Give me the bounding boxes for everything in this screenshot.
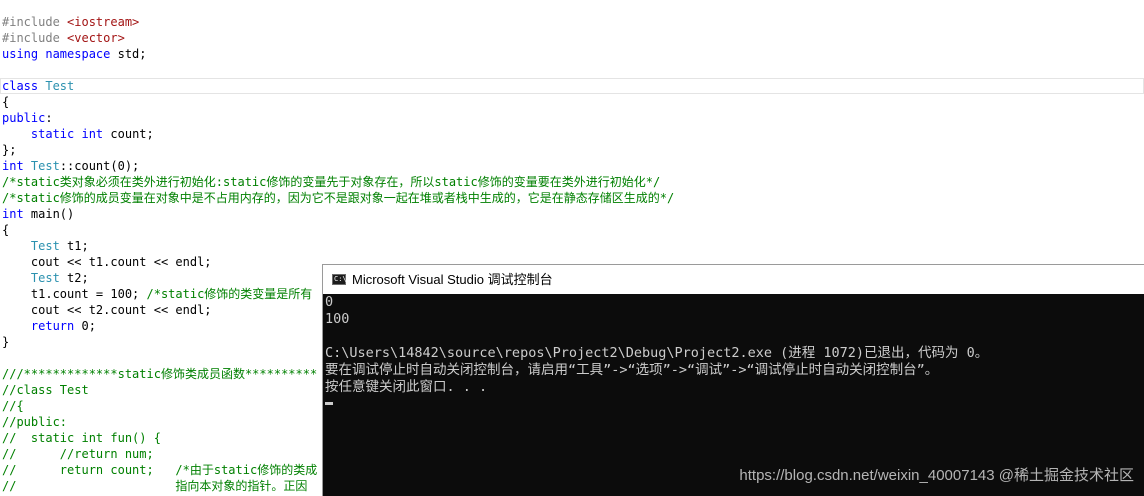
code-token: : — [45, 111, 53, 125]
code-token: { — [2, 223, 10, 237]
code-line[interactable]: static int count; — [2, 126, 154, 142]
debug-console-window[interactable]: C:\ Microsoft Visual Studio 调试控制台 0 100 C:… — [322, 264, 1144, 496]
code-line[interactable]: Test t2; — [2, 270, 89, 286]
code-token: //public: — [2, 415, 68, 429]
code-line[interactable]: ///*************static修饰类成员函数********** — [2, 366, 317, 382]
code-token: std; — [117, 47, 147, 61]
code-token: t1; — [59, 239, 89, 253]
code-line[interactable]: using namespace std; — [2, 46, 147, 62]
watermark: https://blog.csdn.net/weixin_40007143 @稀… — [739, 467, 1134, 484]
code-token: cout << t2.count << endl; — [2, 303, 212, 317]
code-token: using namespace — [2, 47, 118, 61]
code-line[interactable]: // 指向本对象的指针。正因 — [2, 478, 307, 494]
console-app-icon: C:\ — [332, 274, 347, 285]
code-token: <vector> — [67, 31, 125, 45]
code-token: }; — [2, 143, 17, 157]
code-token: //class Test — [2, 383, 89, 397]
code-token: static int — [30, 127, 111, 141]
code-token: return — [30, 319, 82, 333]
code-line[interactable]: // static int fun() { — [2, 430, 161, 446]
code-token: // //return num; — [2, 447, 154, 461]
code-token: // 指向本对象的指针。正因 — [2, 479, 308, 493]
code-token: Test — [30, 239, 60, 253]
code-token: t2; — [59, 271, 89, 285]
console-line: 按任意键关闭此窗口. . . — [325, 379, 488, 395]
code-token: //{ — [2, 399, 24, 413]
code-token: main() — [30, 207, 75, 221]
code-token: <iostream> — [67, 15, 140, 29]
code-token: public — [2, 111, 46, 125]
code-line[interactable]: t1.count = 100; /*static修饰的类变量是所有 — [2, 286, 312, 302]
code-token: { — [2, 95, 10, 109]
code-line[interactable]: /*static修饰的成员变量在对象中是不占用内存的，因为它不是跟对象一起在堆或… — [2, 190, 674, 206]
code-token: ::count(0); — [59, 159, 140, 173]
code-line[interactable]: /*static类对象必须在类外进行初始化:static修饰的变量先于对象存在，… — [2, 174, 660, 190]
code-line[interactable]: { — [2, 222, 9, 238]
code-line[interactable]: return 0; — [2, 318, 96, 334]
code-line[interactable]: // //return num; — [2, 446, 154, 462]
code-line[interactable]: cout << t1.count << endl; — [2, 254, 212, 270]
code-token: Test — [45, 79, 75, 93]
console-titlebar[interactable]: C:\ Microsoft Visual Studio 调试控制台 — [323, 265, 1144, 294]
code-token: int — [2, 207, 31, 221]
code-token: #include — [2, 31, 68, 45]
console-title: Microsoft Visual Studio 调试控制台 — [352, 272, 553, 287]
code-token: cout << t1.count << endl; — [2, 255, 212, 269]
code-line[interactable]: int Test::count(0); — [2, 158, 139, 174]
code-line[interactable]: //class Test — [2, 382, 89, 398]
code-line[interactable]: #include <iostream> — [2, 14, 139, 30]
code-token: // static int fun() { — [2, 431, 161, 445]
code-token: ///*************static修饰类成员函数********** — [2, 367, 318, 381]
code-line[interactable]: //{ — [2, 398, 24, 414]
code-token: Test — [30, 159, 60, 173]
code-token: Test — [30, 271, 60, 285]
code-line[interactable]: public: — [2, 110, 53, 126]
code-line[interactable]: int main() — [2, 206, 74, 222]
code-token: #include — [2, 15, 68, 29]
code-token: count; — [110, 127, 154, 141]
code-token: /*static类对象必须在类外进行初始化:static修饰的变量先于对象存在，… — [2, 175, 661, 189]
current-line-highlight — [0, 78, 1144, 94]
console-line: 0 — [325, 294, 334, 310]
console-line: 要在调试停止时自动关闭控制台，请启用“工具”->“选项”->“调试”->“调试停… — [325, 362, 939, 378]
console-cursor — [325, 402, 333, 405]
code-line[interactable]: // return count; /*由于static修饰的类成 — [2, 462, 317, 478]
code-token: class — [2, 79, 46, 93]
code-token: int — [2, 159, 31, 173]
code-token: /*static修饰的成员变量在对象中是不占用内存的，因为它不是跟对象一起在堆或… — [2, 191, 675, 205]
code-token: // return count; /*由于static修饰的类成 — [2, 463, 318, 477]
code-line[interactable]: cout << t2.count << endl; — [2, 302, 212, 318]
code-line[interactable]: }; — [2, 142, 16, 158]
code-token: 0; — [81, 319, 96, 333]
code-token: t1.count = 100; — [2, 287, 147, 301]
code-line[interactable]: } — [2, 334, 9, 350]
code-line[interactable]: class Test — [2, 78, 74, 94]
console-line: 100 — [325, 311, 350, 327]
code-line[interactable]: #include <vector> — [2, 30, 125, 46]
code-line[interactable]: //public: — [2, 414, 67, 430]
code-token: } — [2, 335, 10, 349]
code-line[interactable]: { — [2, 94, 9, 110]
console-line: C:\Users\14842\source\repos\Project2\Deb… — [325, 345, 989, 361]
code-token: /*static修饰的类变量是所有 — [146, 287, 313, 301]
code-line[interactable]: Test t1; — [2, 238, 89, 254]
